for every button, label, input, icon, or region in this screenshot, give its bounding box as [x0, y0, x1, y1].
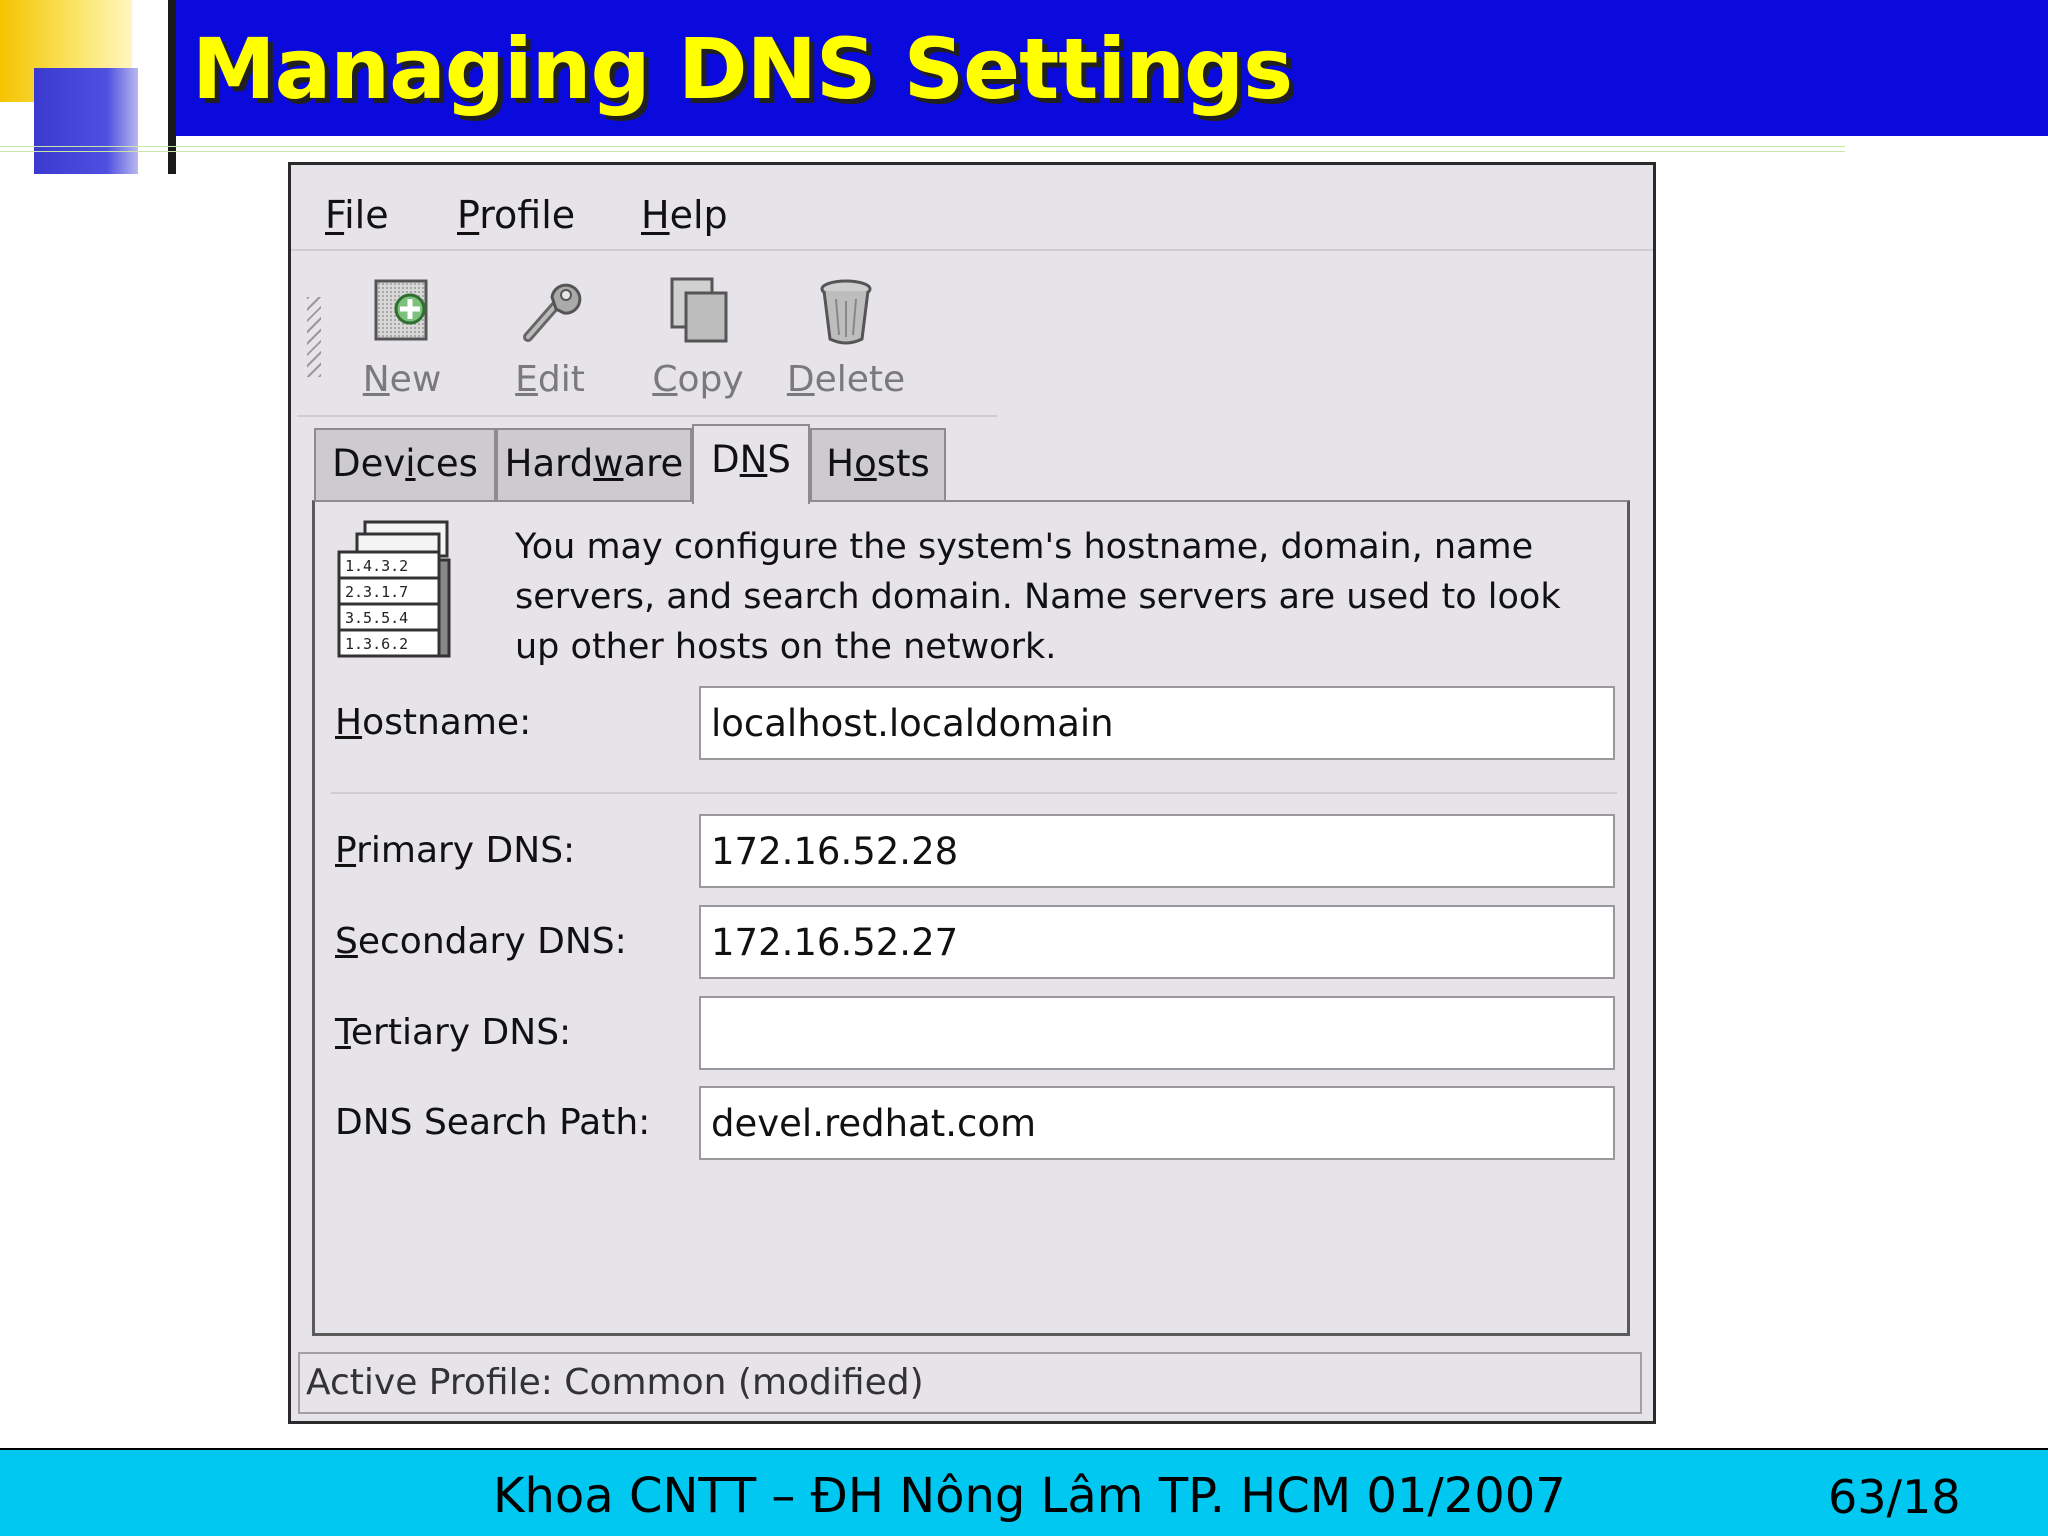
title-underline — [0, 146, 1845, 152]
toolbar-grip-handle[interactable] — [307, 297, 321, 377]
trash-can-icon — [820, 279, 872, 345]
hostname-label: Hostname: — [335, 702, 532, 743]
primary-dns-input[interactable] — [699, 814, 1615, 888]
tab-devices[interactable]: Devices — [314, 428, 496, 500]
status-text: Active Profile: Common (modified) — [306, 1362, 924, 1403]
dns-icon-row-3: 3.5.5.4 — [345, 609, 408, 627]
field-separator — [331, 792, 1617, 794]
tertiary-dns-input[interactable] — [699, 996, 1615, 1070]
tertiary-dns-label: Tertiary DNS: — [335, 1012, 572, 1053]
dns-search-path-label: DNS Search Path: — [335, 1102, 651, 1143]
copy-icon — [670, 277, 728, 343]
dns-icon-row-4: 1.3.6.2 — [345, 635, 408, 653]
corner-decoration-blue — [34, 68, 138, 174]
copy-button[interactable]: Copy — [633, 267, 763, 411]
secondary-dns-input[interactable] — [699, 905, 1615, 979]
edit-button[interactable]: Edit — [485, 267, 615, 411]
tab-dns[interactable]: DNS — [692, 424, 810, 504]
footer-text: Khoa CNTT – ĐH Nông Lâm TP. HCM 01/2007 — [493, 1468, 1566, 1524]
tab-hosts[interactable]: Hosts — [810, 428, 946, 500]
dns-icon-row-1: 1.4.3.2 — [345, 557, 408, 575]
menu-help[interactable]: Help — [641, 193, 728, 237]
menu-profile[interactable]: Profile — [457, 193, 575, 237]
primary-dns-label: Primary DNS: — [335, 830, 576, 871]
secondary-dns-label: Secondary DNS: — [335, 921, 627, 962]
dns-icon-row-2: 2.3.1.7 — [345, 583, 408, 601]
dns-search-path-input[interactable] — [699, 1086, 1615, 1160]
toolbar: New Edit Copy Delete — [297, 257, 997, 417]
status-bar: Active Profile: Common (modified) — [298, 1352, 1642, 1414]
page-number: 63/18 — [1828, 1470, 1961, 1524]
delete-button[interactable]: Delete — [781, 267, 911, 411]
new-profile-icon — [374, 279, 428, 341]
menu-file[interactable]: File — [325, 193, 389, 237]
wrench-icon — [523, 283, 582, 342]
tab-hardware[interactable]: Hardware — [496, 428, 692, 500]
new-button[interactable]: New — [337, 267, 467, 411]
slide-title: Managing DNS Settings — [192, 20, 1293, 118]
dns-info-text: You may configure the system's hostname,… — [515, 527, 1561, 667]
slide-footer: Khoa CNTT – ĐH Nông Lâm TP. HCM 01/2007 … — [0, 1448, 2048, 1536]
hostname-input[interactable] — [699, 686, 1615, 760]
menu-bar: File Profile Help — [291, 165, 1653, 251]
dns-records-icon: 1.4.3.2 2.3.1.7 3.5.5.4 1.3.6.2 — [337, 520, 451, 658]
dns-tab-panel: 1.4.3.2 2.3.1.7 3.5.5.4 1.3.6.2 You may … — [312, 500, 1630, 1336]
